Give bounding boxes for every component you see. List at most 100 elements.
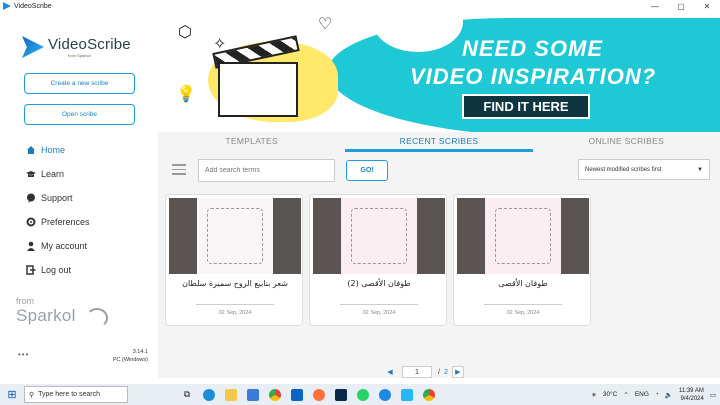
weather-icon[interactable]: ☀ — [591, 391, 597, 399]
file-explorer-icon[interactable] — [220, 384, 242, 405]
page-total: 2 — [443, 368, 448, 376]
edge-icon[interactable] — [198, 384, 220, 405]
open-scribe-button[interactable]: Open scribe — [24, 104, 135, 125]
card-divider — [340, 304, 418, 305]
scribe-thumbnail — [313, 198, 445, 274]
chrome-icon[interactable] — [264, 384, 286, 405]
videoscribe-logo: VideoScribe from Sparkol — [22, 36, 131, 58]
sort-value: Newest modified scribes first — [585, 166, 662, 173]
close-button[interactable]: ✕ — [694, 2, 720, 11]
tab-recent-scribes[interactable]: RECENT SCRIBES — [345, 132, 533, 152]
title-bar: VideoScribe — ▢ ✕ — [0, 0, 720, 12]
next-page-icon[interactable]: ▶ — [451, 366, 464, 378]
tab-online-scribes[interactable]: ONLINE SCRIBES — [533, 132, 720, 152]
sidebar-item-label: Learn — [41, 169, 65, 179]
videoscribe-logo-icon — [22, 36, 44, 58]
sidebar-item-label: Log out — [41, 265, 72, 275]
maximize-button[interactable]: ▢ — [668, 2, 694, 11]
lightbulb-doodle-icon: 💡 — [176, 86, 196, 103]
taskbar-search-placeholder: Type here to search — [38, 391, 101, 398]
task-view-icon[interactable]: ⧉ — [176, 384, 198, 405]
brand-name: VideoScribe — [48, 36, 131, 53]
sidebar-item-my-account[interactable]: My account — [26, 234, 90, 258]
version-info: 3.14.1 PC (Windows) — [113, 348, 148, 364]
scribe-tabs: TEMPLATES RECENT SCRIBES ONLINE SCRIBES — [158, 132, 720, 152]
window-title: VideoScribe — [14, 2, 52, 10]
minimize-button[interactable]: — — [642, 2, 668, 11]
sidebar-item-label: Preferences — [41, 217, 90, 227]
sidebar-item-learn[interactable]: Learn — [26, 162, 90, 186]
scribe-thumbnail — [457, 198, 589, 274]
notifications-icon[interactable]: ▭ — [710, 391, 716, 399]
pagination: ◀ 1 / 2 ▶ — [384, 366, 464, 378]
support-bubble-icon — [26, 193, 36, 203]
windows-taskbar: ⊞ ⚲ Type here to search ⧉ ☀ 30°C ⌃ ENG ◔… — [0, 384, 720, 405]
scribe-title: طوفان الأقصى — [498, 279, 548, 288]
brand-subtitle: from Sparkol — [68, 53, 91, 58]
scribe-card[interactable]: طوفان الأقصى (2) 02 Sep, 2024 — [309, 194, 447, 326]
from-label: from — [16, 296, 34, 306]
logout-icon — [26, 265, 36, 275]
star-doodle-icon: ✧ — [213, 36, 227, 53]
videoscribe-taskbar-icon[interactable] — [396, 384, 418, 405]
go-button[interactable]: GO! — [346, 160, 388, 181]
scribe-date: 02 Sep, 2024 — [218, 310, 252, 316]
cube-doodle-icon: ⬡ — [178, 24, 192, 41]
sort-dropdown[interactable]: Newest modified scribes first ▼ — [578, 159, 710, 180]
sparkol-logo: from Sparkol — [16, 296, 108, 328]
sparkol-swirl-icon — [86, 308, 108, 328]
scribe-card[interactable]: طوفان الأقصى 02 Sep, 2024 — [453, 194, 591, 326]
prev-page-icon[interactable]: ◀ — [384, 366, 396, 378]
photoshop-icon[interactable] — [330, 384, 352, 405]
search-icon: ⚲ — [29, 391, 35, 399]
chevron-down-icon: ▼ — [697, 166, 703, 173]
wifi-icon[interactable]: ◔ — [655, 391, 659, 398]
whatsapp-icon[interactable] — [352, 384, 374, 405]
user-icon — [26, 241, 36, 251]
more-options-button[interactable]: ••• — [18, 350, 29, 359]
create-new-scribe-button[interactable]: Create a new scribe — [24, 73, 135, 94]
main-panel: ✧ ⬡ 💡 ♡ NEED SOME VIDEO INSPIRATION? FIN… — [158, 12, 720, 378]
tab-templates[interactable]: TEMPLATES — [158, 132, 345, 152]
home-icon — [26, 145, 36, 155]
banner-headline-2: VIDEO INSPIRATION? — [410, 64, 657, 89]
graduation-cap-icon — [26, 169, 36, 179]
volume-icon[interactable]: 🔈 — [665, 391, 673, 399]
windows-start-icon[interactable]: ⊞ — [0, 388, 24, 401]
chevron-up-icon[interactable]: ⌃ — [623, 391, 628, 399]
taskbar-search[interactable]: ⚲ Type here to search — [24, 386, 128, 403]
clock-date: 9/4/2024 — [680, 395, 704, 402]
find-it-here-button[interactable]: FIND IT HERE — [462, 94, 590, 119]
page-separator: / — [438, 368, 440, 376]
card-divider — [196, 304, 274, 305]
clock[interactable]: 11:39 AM 9/4/2024 — [679, 387, 704, 403]
sidebar-item-log-out[interactable]: Log out — [26, 258, 90, 282]
store-icon[interactable] — [242, 384, 264, 405]
system-tray: ☀ 30°C ⌃ ENG ◔ 🔈 11:39 AM 9/4/2024 ▭ — [591, 384, 716, 405]
temperature[interactable]: 30°C — [603, 391, 618, 398]
language-indicator[interactable]: ENG — [635, 391, 649, 398]
platform-label: PC (Windows) — [112, 357, 148, 363]
heart-doodle-icon: ♡ — [318, 16, 333, 33]
page-input[interactable]: 1 — [402, 366, 432, 378]
sidebar-item-home[interactable]: Home — [26, 138, 90, 162]
sidebar-item-label: My account — [41, 241, 88, 251]
card-divider — [484, 304, 562, 305]
scribe-thumbnail — [169, 198, 301, 274]
firefox-icon[interactable] — [308, 384, 330, 405]
sidebar-item-preferences[interactable]: Preferences — [26, 210, 90, 234]
zoom-icon[interactable] — [374, 384, 396, 405]
videoscribe-app-icon — [3, 2, 11, 10]
sparkol-brand: Sparkol — [16, 306, 76, 325]
chrome-icon-2[interactable] — [418, 384, 440, 405]
scribe-date: 02 Sep, 2024 — [362, 310, 396, 316]
inspiration-banner[interactable]: ✧ ⬡ 💡 ♡ NEED SOME VIDEO INSPIRATION? FIN… — [158, 12, 720, 132]
mail-icon[interactable] — [286, 384, 308, 405]
scribe-card[interactable]: شعر بنابيع الروح سميرة سلطان 02 Sep, 202… — [165, 194, 303, 326]
banner-headline-1: NEED SOME — [462, 36, 604, 61]
gear-icon — [26, 217, 36, 227]
sidebar-nav: Home Learn Support Preferences My accoun… — [26, 138, 90, 282]
list-view-icon[interactable] — [172, 164, 186, 176]
search-input[interactable] — [198, 159, 335, 182]
sidebar-item-support[interactable]: Support — [26, 186, 90, 210]
